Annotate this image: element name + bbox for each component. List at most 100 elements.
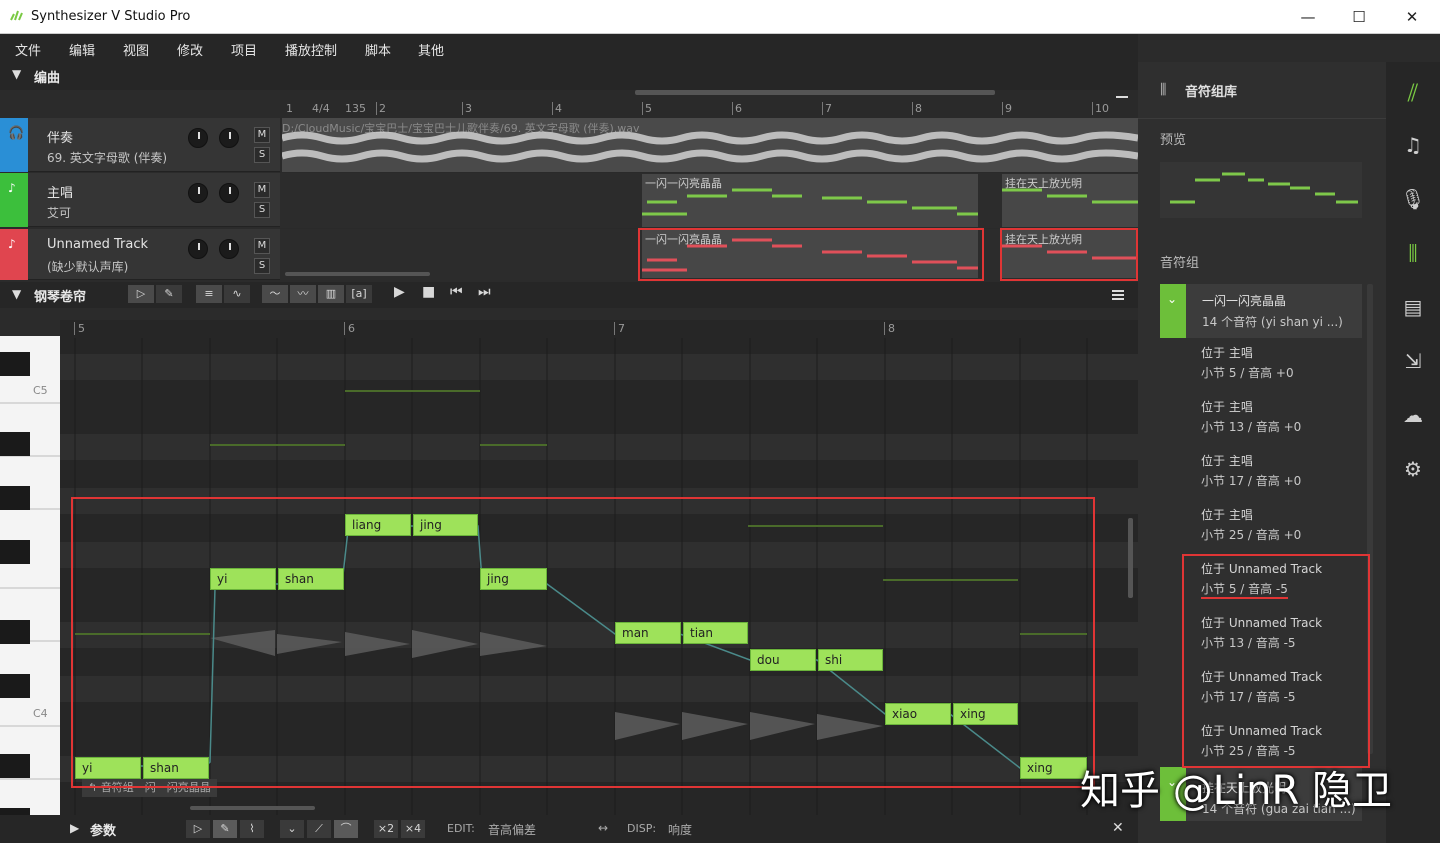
close-button[interactable]: ✕: [1386, 0, 1438, 34]
arrangement-menu-icon[interactable]: [1116, 96, 1128, 98]
arrangement-hscrollbar[interactable]: [285, 272, 430, 276]
vibrato-icon[interactable]: 〰: [290, 285, 316, 303]
volume-knob[interactable]: [188, 183, 208, 203]
group-instance[interactable]: 位于 主唱 小节 13 / 音高 +0: [1184, 392, 1366, 446]
disp-value[interactable]: 响度: [668, 821, 692, 838]
timeline-hscrollbar[interactable]: [635, 90, 995, 95]
note-yi[interactable]: yi: [75, 757, 141, 779]
track-name[interactable]: 主唱: [47, 182, 73, 201]
note-man[interactable]: man: [615, 622, 681, 644]
cloud-icon[interactable]: ☁: [1386, 388, 1440, 442]
menu-view[interactable]: 视图: [123, 40, 149, 59]
note-xiao[interactable]: xiao: [885, 703, 951, 725]
group-instance[interactable]: 位于 Unnamed Track 小节 17 / 音高 -5: [1184, 662, 1366, 716]
pianoroll-vscrollbar[interactable]: [1128, 518, 1133, 598]
pan-knob[interactable]: [219, 128, 239, 148]
param-x2-button[interactable]: ×2: [374, 820, 398, 838]
library-scrollbar[interactable]: [1367, 284, 1373, 754]
note-jing[interactable]: jing: [480, 568, 547, 590]
play-icon[interactable]: ▶: [394, 284, 405, 300]
minimize-button[interactable]: —: [1282, 0, 1334, 34]
group-collapse-icon[interactable]: ⌄: [1167, 292, 1177, 306]
swap-icon[interactable]: ↔: [598, 821, 608, 835]
group-instance[interactable]: 位于 主唱 小节 5 / 音高 +0: [1184, 338, 1366, 392]
settings-gear-icon[interactable]: ⚙: [1386, 442, 1440, 496]
lyrics-toggle-icon[interactable]: [a]: [346, 285, 372, 303]
menu-playback[interactable]: 播放控制: [285, 40, 337, 59]
note-liang[interactable]: liang: [345, 514, 411, 536]
group-instance[interactable]: 位于 Unnamed Track 小节 5 / 音高 -5: [1184, 554, 1366, 608]
pan-knob[interactable]: [219, 183, 239, 203]
mute-button[interactable]: M: [254, 127, 270, 143]
rewind-icon[interactable]: ⏮: [450, 284, 463, 300]
collapse-arrangement-icon[interactable]: ▼: [12, 67, 21, 81]
waveform-toggle-icon[interactable]: ▥: [318, 285, 344, 303]
param-pencil-icon[interactable]: ✎: [213, 820, 237, 838]
track-accompaniment[interactable]: 🎧 伴奏 69. 英文字母歌 (伴奏) M S: [0, 118, 280, 172]
pitch-curve-icon[interactable]: ～: [262, 285, 288, 303]
note-xing[interactable]: xing: [1020, 757, 1087, 779]
group-instance[interactable]: 位于 主唱 小节 17 / 音高 +0: [1184, 446, 1366, 500]
clip-unnamed-1[interactable]: 一闪一闪亮晶晶: [642, 230, 978, 278]
note-jing[interactable]: jing: [413, 514, 478, 536]
edit-value[interactable]: 音高偏差: [488, 821, 536, 838]
solo-button[interactable]: S: [254, 258, 270, 274]
menu-file[interactable]: 文件: [15, 40, 41, 59]
menu-other[interactable]: 其他: [418, 40, 444, 59]
note-shan[interactable]: shan: [143, 757, 209, 779]
volume-knob[interactable]: [188, 128, 208, 148]
param-x4-button[interactable]: ×4: [401, 820, 425, 838]
note-tian[interactable]: tian: [683, 622, 748, 644]
volume-knob[interactable]: [188, 239, 208, 259]
audio-clip[interactable]: D:/CloudMusic/宝宝巴士/宝宝巴士儿歌伴奏/69. 英文字母歌 (伴…: [282, 118, 1138, 172]
pencil-tool-icon[interactable]: ✎: [156, 285, 182, 303]
clip-unnamed-2[interactable]: 挂在天上放光明: [1002, 230, 1138, 278]
param-select-icon[interactable]: ▷: [186, 820, 210, 838]
group-instance[interactable]: 位于 Unnamed Track 小节 13 / 音高 -5: [1184, 608, 1366, 662]
note-shi[interactable]: shi: [818, 649, 883, 671]
export-icon[interactable]: ⇲: [1386, 334, 1440, 388]
menu-edit[interactable]: 编辑: [69, 40, 95, 59]
forward-icon[interactable]: ⏭: [478, 284, 491, 300]
pianoroll-menu-icon[interactable]: [1112, 290, 1124, 292]
music-note-icon[interactable]: ♫: [1386, 118, 1440, 172]
select-tool-icon[interactable]: ▷: [128, 285, 154, 303]
note-group-item-1[interactable]: ⌄ 一闪一闪亮晶晶 14 个音符 (yi shan yi ...): [1160, 284, 1362, 338]
microphone-icon[interactable]: 🎙: [1386, 172, 1440, 226]
note-yi[interactable]: yi: [210, 568, 276, 590]
clip-vocal-1[interactable]: 一闪一闪亮晶晶: [642, 174, 978, 227]
clip-vocal-2[interactable]: 挂在天上放光明: [1002, 174, 1138, 227]
param-ramp-icon[interactable]: ⟋: [307, 820, 331, 838]
param-smooth-icon[interactable]: ⌒: [334, 820, 358, 838]
track-main-vocal[interactable]: ♪ 主唱 艾可 M S: [0, 173, 280, 227]
note-dou[interactable]: dou: [750, 649, 816, 671]
menu-modify[interactable]: 修改: [177, 40, 203, 59]
close-params-icon[interactable]: ✕: [1112, 820, 1124, 836]
note-group-label[interactable]: ↰ 音符组 闪 闪亮晶晶: [82, 779, 217, 797]
piano-roll-ruler[interactable]: 5 6 7 8: [60, 320, 1138, 338]
param-line-icon[interactable]: ⌇: [240, 820, 264, 838]
book-icon[interactable]: ▤: [1386, 280, 1440, 334]
menu-project[interactable]: 项目: [231, 40, 257, 59]
collapse-pianoroll-icon[interactable]: ▼: [12, 287, 21, 301]
pan-knob[interactable]: [219, 239, 239, 259]
library-tab-icon[interactable]: ⫼: [1386, 226, 1440, 280]
track-name[interactable]: Unnamed Track: [47, 237, 148, 252]
curve-icon[interactable]: ∿: [224, 285, 250, 303]
solo-button[interactable]: S: [254, 202, 270, 218]
piano-roll-grid[interactable]: liang jing yi shan jing man tian dou shi…: [60, 338, 1138, 818]
stop-icon[interactable]: ■: [422, 284, 435, 300]
param-down-icon[interactable]: ⌄: [280, 820, 304, 838]
solo-button[interactable]: S: [254, 147, 270, 163]
snap-icon[interactable]: ≡: [196, 285, 222, 303]
piano-keyboard[interactable]: C5 C4: [0, 336, 60, 843]
track-name[interactable]: 伴奏: [47, 127, 73, 146]
mute-button[interactable]: M: [254, 238, 270, 254]
note-shan[interactable]: shan: [278, 568, 344, 590]
menu-script[interactable]: 脚本: [365, 40, 391, 59]
maximize-button[interactable]: ☐: [1333, 0, 1385, 34]
arrangement-ruler[interactable]: 1 4/4 135 2 3 4 5 6 7 8 9 10: [280, 100, 1138, 118]
note-xing[interactable]: xing: [953, 703, 1018, 725]
expand-params-icon[interactable]: ▶: [70, 821, 79, 835]
mute-button[interactable]: M: [254, 182, 270, 198]
